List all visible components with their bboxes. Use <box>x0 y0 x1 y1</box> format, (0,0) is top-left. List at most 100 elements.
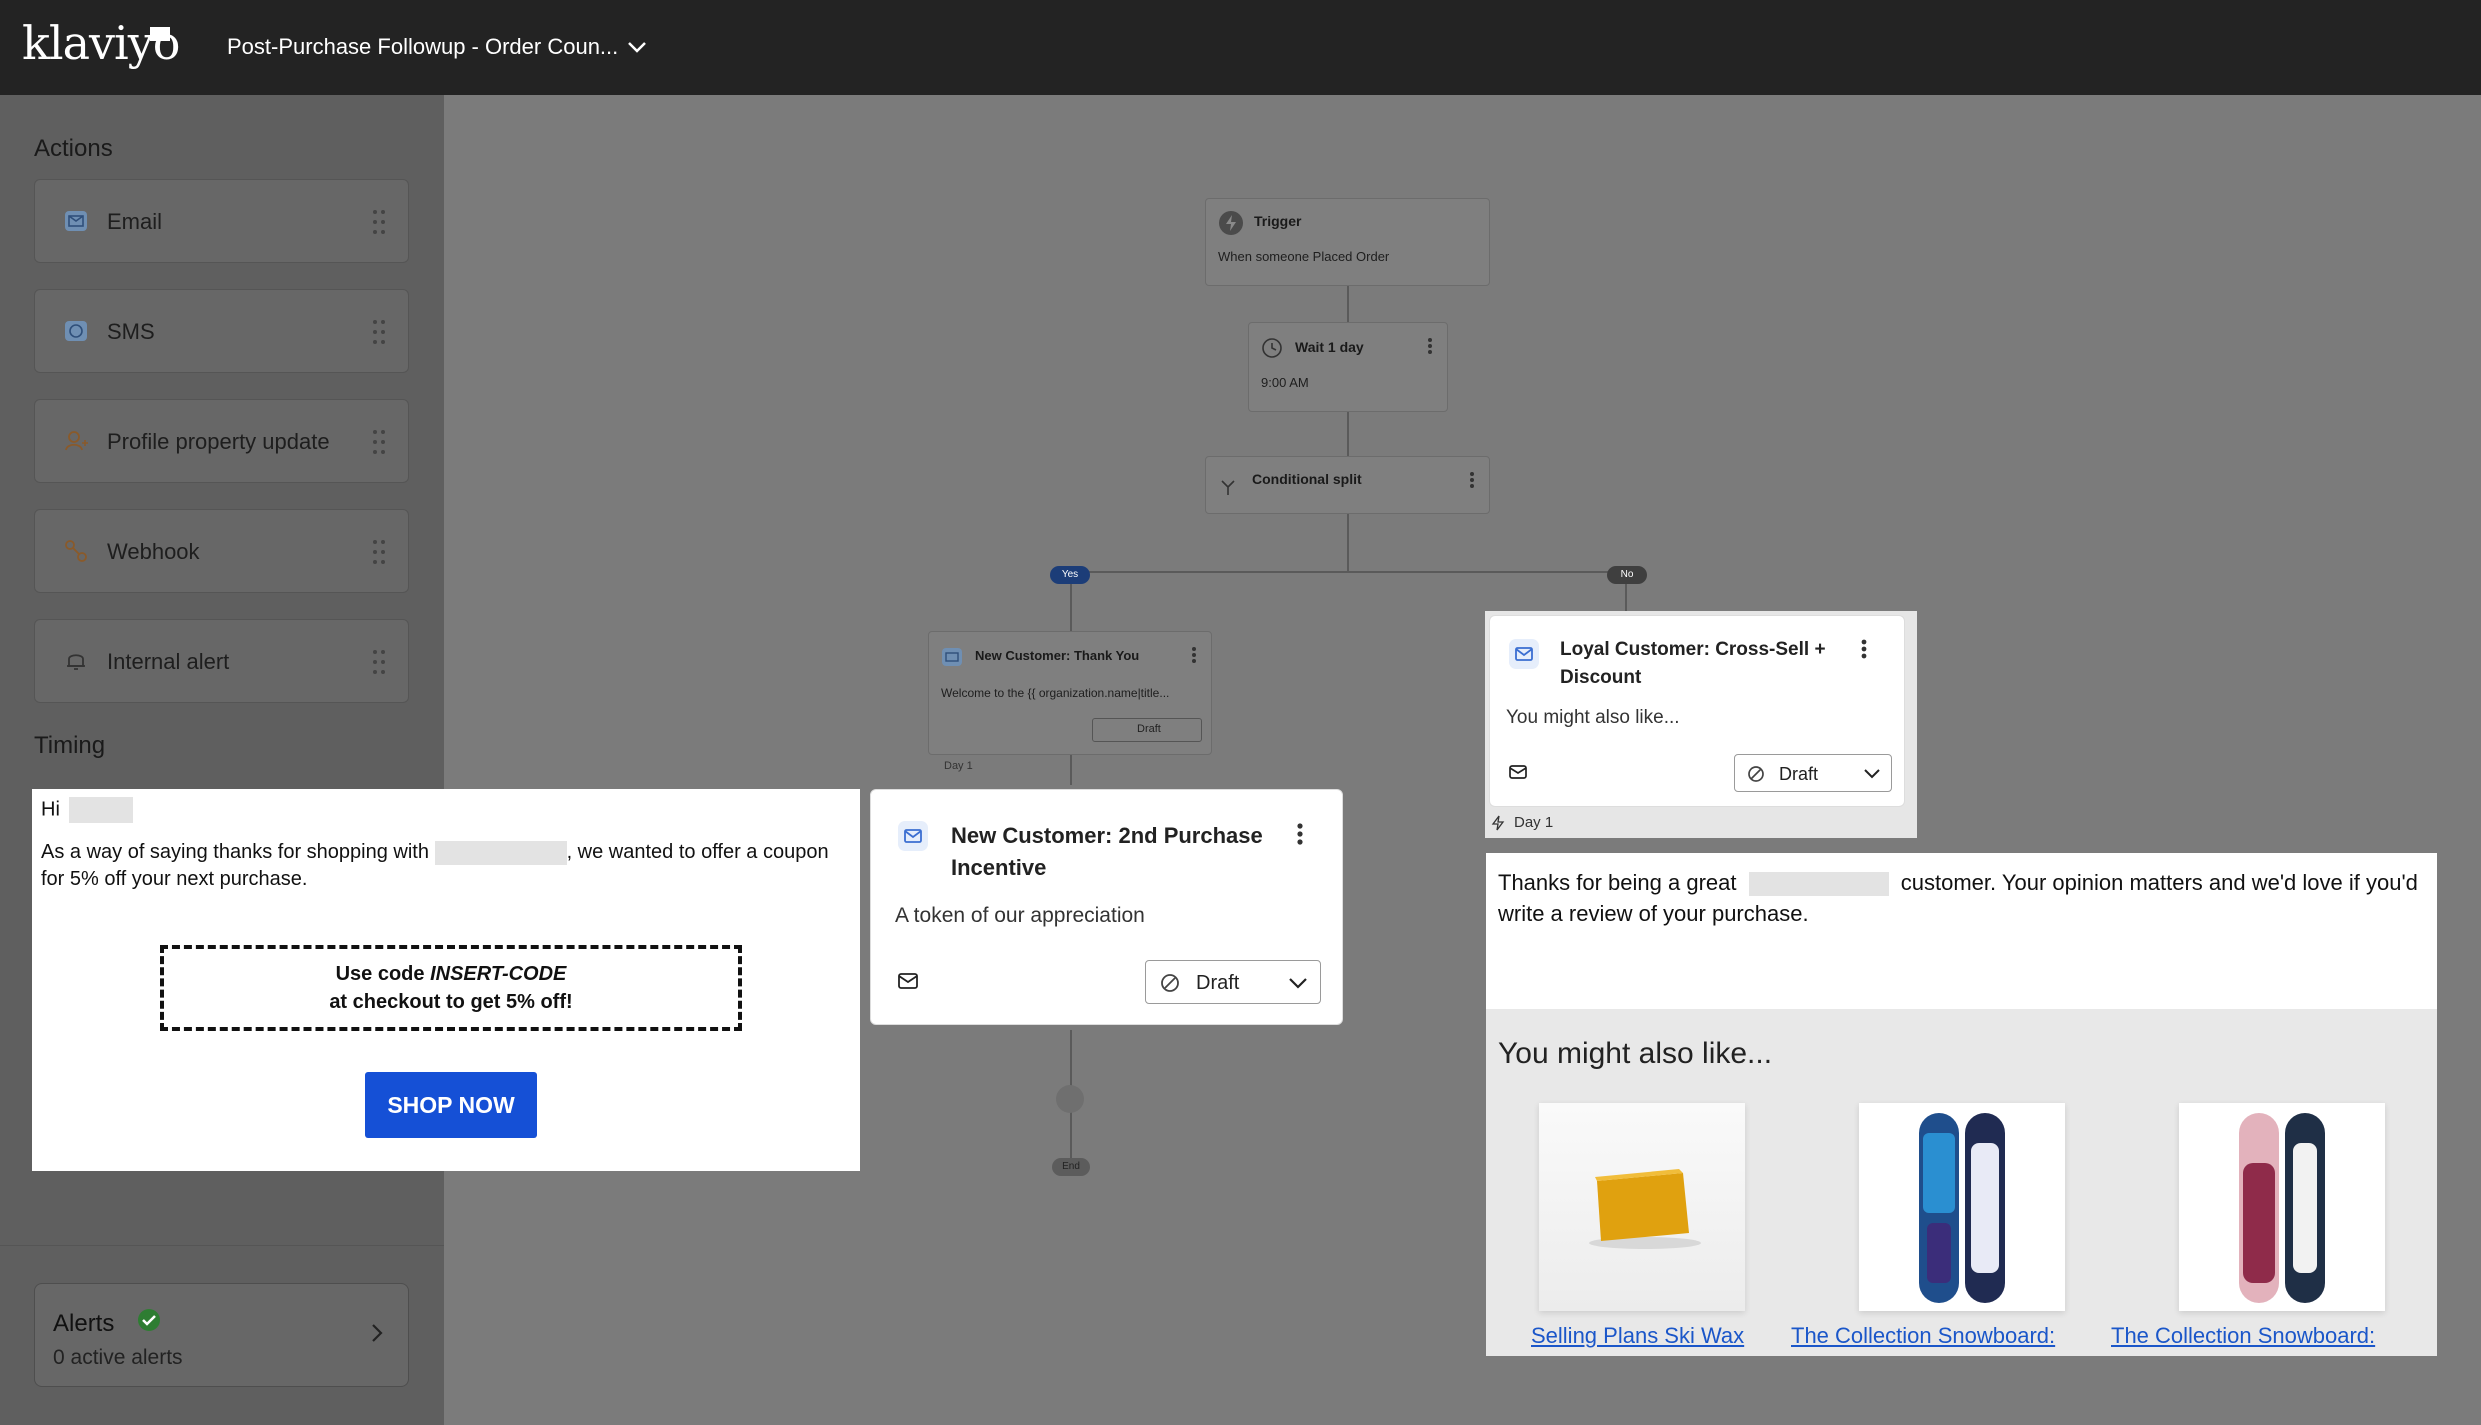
sidebar-divider <box>0 1245 444 1246</box>
trigger-subtitle: When someone Placed Order <box>1218 249 1390 264</box>
redacted-store-name <box>434 840 567 865</box>
action-sms[interactable]: SMS <box>34 289 409 373</box>
loyal-customer-email-card[interactable]: Loyal Customer: Cross-Sell + Discount Yo… <box>1489 615 1905 807</box>
redacted-name <box>69 797 134 823</box>
intro-text: Thanks for being a great customer. Your … <box>1498 867 2426 929</box>
product-image-snowboard-1[interactable] <box>1859 1103 2065 1311</box>
status-dropdown[interactable]: Draft <box>1145 960 1321 1004</box>
action-label: Email <box>107 209 163 234</box>
flow-title[interactable]: Post-Purchase Followup - Order Coun... <box>227 34 618 60</box>
sms-icon <box>65 321 87 341</box>
profile-icon <box>65 431 88 451</box>
draft-status-icon <box>1748 766 1764 782</box>
coupon-body: As a way of saying thanks for shopping w… <box>41 839 853 893</box>
connector <box>1070 755 1072 785</box>
drag-handle-icon[interactable] <box>372 318 386 346</box>
trigger-node[interactable]: Trigger When someone Placed Order <box>1205 198 1490 286</box>
split-icon <box>1221 480 1235 495</box>
alerts-panel[interactable]: Alerts 0 active alerts <box>34 1283 409 1387</box>
more-icon[interactable] <box>1296 822 1304 846</box>
shop-now-button[interactable]: SHOP NOW <box>365 1072 537 1138</box>
action-label: Profile property update <box>107 429 330 454</box>
thank-you-title: New Customer: Thank You <box>975 648 1140 663</box>
bell-icon <box>67 654 85 670</box>
chevron-right-icon <box>372 1324 383 1342</box>
product-image-ski-wax[interactable] <box>1539 1103 1745 1311</box>
chevron-down-icon <box>1289 978 1307 989</box>
product-link-ski-wax[interactable]: Selling Plans Ski Wax <box>1531 1323 1744 1349</box>
action-label: Internal alert <box>107 649 230 674</box>
logo-flag-icon <box>150 27 170 41</box>
status-dropdown[interactable]: Draft <box>1734 754 1892 792</box>
action-label: Webhook <box>107 539 200 564</box>
trigger-title: Trigger <box>1254 213 1302 229</box>
alerts-title: Alerts <box>53 1310 115 1337</box>
no-branch-label: No <box>1607 566 1647 584</box>
email-preview-icon[interactable] <box>897 970 919 992</box>
drag-handle-icon[interactable] <box>372 208 386 236</box>
action-label: SMS <box>107 319 155 344</box>
action-internal-alert[interactable]: Internal alert <box>34 619 409 703</box>
more-icon[interactable] <box>1860 638 1868 660</box>
split-title: Conditional split <box>1252 471 1362 487</box>
card-subtitle: You might also like... <box>1506 707 1680 728</box>
email-preview-icon[interactable] <box>1508 762 1528 782</box>
thank-you-subtitle: Welcome to the {{ organization.name|titl… <box>941 686 1170 700</box>
drag-handle-icon[interactable] <box>372 538 386 566</box>
split-node-icon[interactable] <box>1056 1085 1084 1113</box>
wait-subtitle: 9:00 AM <box>1261 375 1309 390</box>
day-label: Day 1 <box>944 760 973 772</box>
day-label: Day 1 <box>1514 814 1554 831</box>
thank-you-email-node[interactable]: New Customer: Thank You Welcome to the {… <box>928 631 1212 755</box>
card-title: New Customer: 2nd Purchase Incentive <box>951 823 1263 880</box>
conditional-split-node[interactable]: Conditional split <box>1205 456 1490 514</box>
product-link-snowboard-2[interactable]: The Collection Snowboard: <box>2111 1323 2375 1349</box>
coupon-code: INSERT-CODE <box>430 963 567 985</box>
code-prefix: Use code <box>335 963 431 985</box>
connector <box>1070 571 1626 573</box>
more-icon[interactable] <box>1469 471 1475 489</box>
card-title: Loyal Customer: Cross-Sell + Discount <box>1560 639 1826 688</box>
greeting: Hi <box>41 797 134 823</box>
ski-wax-image <box>1539 1103 1745 1311</box>
top-bar: klaviyo Post-Purchase Followup - Order C… <box>0 0 2481 95</box>
sidebar: Actions Email SMS Profile property updat… <box>0 95 444 1425</box>
chevron-down-icon[interactable] <box>626 36 648 58</box>
status-label: Draft <box>1779 764 1819 784</box>
clock-icon <box>1262 338 1282 358</box>
action-profile-property-update[interactable]: Profile property update <box>34 399 409 483</box>
connector <box>1347 286 1349 324</box>
timing-heading: Timing <box>34 732 106 759</box>
product-image-snowboard-2[interactable] <box>2179 1103 2385 1311</box>
chevron-down-icon <box>1864 769 1880 779</box>
draft-status-icon <box>1161 974 1179 992</box>
alerts-count: 0 active alerts <box>53 1346 183 1369</box>
email-icon <box>1509 639 1539 669</box>
product-link-snowboard-1[interactable]: The Collection Snowboard: <box>1791 1323 2055 1349</box>
card-subtitle: A token of our appreciation <box>895 904 1145 927</box>
coupon-code-suffix: at checkout to get 5% off! <box>329 991 573 1013</box>
action-email[interactable]: Email <box>34 179 409 263</box>
more-icon[interactable] <box>1191 646 1197 664</box>
status-dropdown[interactable]: Draft <box>1092 718 1202 742</box>
action-webhook[interactable]: Webhook <box>34 509 409 593</box>
snowboard-image <box>1859 1103 2065 1311</box>
status-label: Draft <box>1196 972 1240 994</box>
day-tag: Day 1 <box>1490 813 1570 833</box>
drag-handle-icon[interactable] <box>372 648 386 676</box>
connector <box>1347 412 1349 456</box>
drag-handle-icon[interactable] <box>372 428 386 456</box>
redacted-store-name <box>1748 872 1889 897</box>
wait-node[interactable]: Wait 1 day 9:00 AM <box>1248 322 1448 412</box>
webhook-icon <box>65 540 87 562</box>
more-icon[interactable] <box>1427 337 1433 355</box>
end-label: End <box>1052 1158 1090 1176</box>
coupon-code-line: Use code INSERT-CODE <box>164 963 738 986</box>
connector <box>1347 514 1349 572</box>
second-purchase-email-card[interactable]: New Customer: 2nd Purchase Incentive A t… <box>870 789 1343 1025</box>
status-label: Draft <box>1137 723 1161 735</box>
actions-heading: Actions <box>34 135 113 162</box>
klaviyo-logo[interactable]: klaviyo <box>22 16 180 70</box>
check-circle-icon <box>138 1309 160 1331</box>
coupon-email-preview: Hi As a way of saying thanks for shoppin… <box>32 789 860 1171</box>
